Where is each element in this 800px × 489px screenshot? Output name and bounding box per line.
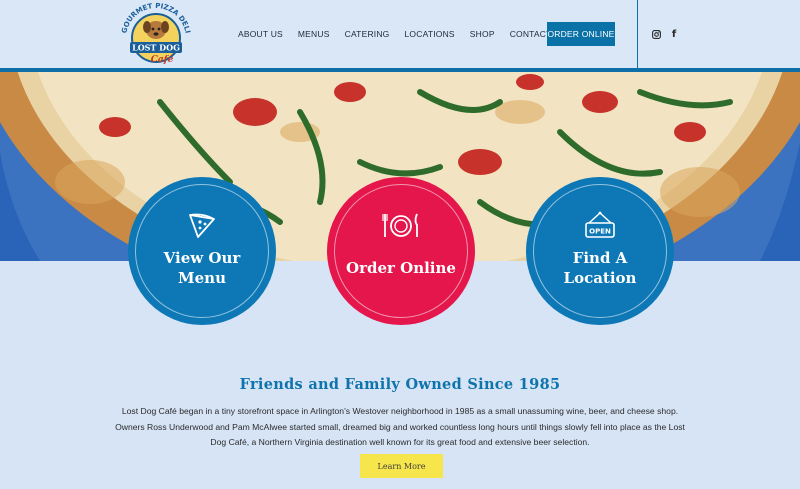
svg-text:LOST DOG: LOST DOG	[132, 43, 180, 53]
plate-utensils-icon	[382, 213, 418, 237]
learn-more-button[interactable]: Learn More	[360, 454, 443, 478]
view-menu-button[interactable]: View Our Menu	[128, 177, 276, 325]
nav-about-us[interactable]: ABOUT US	[238, 29, 283, 39]
header-divider	[637, 0, 638, 68]
svg-text:OPEN: OPEN	[589, 228, 611, 236]
svg-text:Café: Café	[151, 54, 174, 65]
order-online-label: Order Online	[346, 259, 456, 277]
instagram-icon[interactable]	[651, 28, 661, 40]
nav-menus[interactable]: MENUS	[298, 29, 330, 39]
order-online-button[interactable]: ORDER ONLINE	[547, 22, 615, 46]
site-header: GOURMET PIZZA DELI LOST DOG Café ABOUT U…	[0, 0, 800, 68]
nav-catering[interactable]: CATERING	[345, 29, 390, 39]
open-sign-icon: OPEN	[585, 211, 615, 238]
nav-locations[interactable]: LOCATIONS	[405, 29, 455, 39]
lost-dog-cafe-logo[interactable]: GOURMET PIZZA DELI LOST DOG Café	[116, 2, 196, 66]
main-nav: ABOUT US MENUS CATERING LOCATIONS SHOP C…	[238, 22, 581, 46]
circle-ring	[334, 184, 468, 318]
about-body: Lost Dog Café began in a tiny storefront…	[115, 406, 685, 447]
pizza-slice-icon	[189, 213, 215, 238]
facebook-icon[interactable]: f	[669, 28, 679, 40]
order-online-circle-button[interactable]: Order Online	[327, 177, 475, 325]
find-location-label: Find A Location	[563, 249, 637, 287]
find-location-button[interactable]: OPEN Find A Location	[526, 177, 674, 325]
nav-shop[interactable]: SHOP	[470, 29, 495, 39]
view-menu-label: View Our Menu	[163, 249, 241, 287]
about-title: Friends and Family Owned Since 1985	[239, 376, 561, 393]
